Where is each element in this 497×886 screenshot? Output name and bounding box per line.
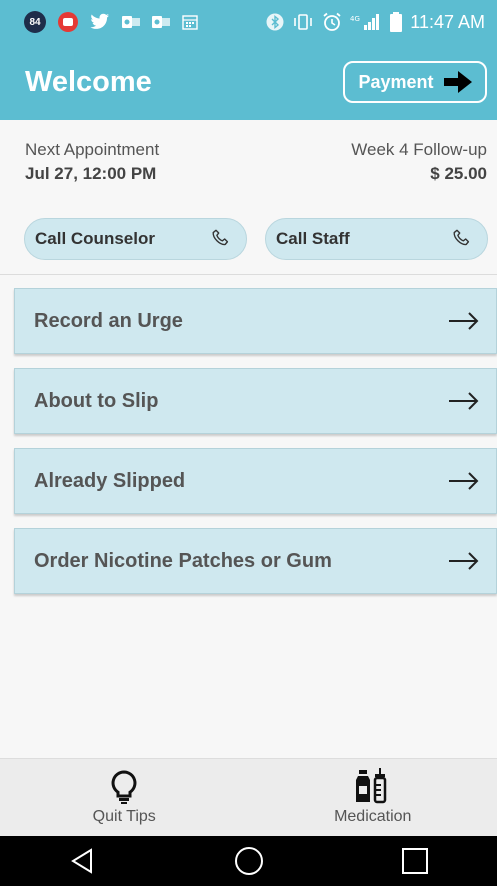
- payment-button[interactable]: Payment: [343, 61, 487, 103]
- home-icon[interactable]: [234, 846, 264, 876]
- appointment-type: Week 4 Follow-up: [351, 140, 487, 159]
- call-staff-label: Call Staff: [276, 229, 350, 248]
- notification-icons: 84: [24, 11, 198, 33]
- twitter-icon: [90, 13, 109, 29]
- recents-icon[interactable]: [401, 847, 429, 875]
- appointment-info: Next Appointment Jul 27, 12:00 PM Week 4…: [25, 140, 487, 184]
- record-urge-button[interactable]: Record an Urge: [14, 288, 497, 354]
- status-bar: 84 4G 11:47 AM: [0, 0, 497, 44]
- action-label: About to Slip: [34, 389, 159, 412]
- already-slipped-button[interactable]: Already Slipped: [14, 448, 497, 514]
- phone-icon: [212, 229, 229, 246]
- appointment-datetime: Jul 27, 12:00 PM: [25, 164, 157, 183]
- svg-text:4G: 4G: [350, 15, 360, 23]
- medication-icon: [355, 768, 386, 804]
- system-nav-bar: [0, 836, 497, 886]
- section-divider: [0, 274, 497, 275]
- action-list: Record an Urge About to Slip Already Sli…: [14, 288, 497, 594]
- call-buttons: Call Counselor Call Staff: [24, 218, 488, 260]
- action-label: Order Nicotine Patches or Gum: [34, 549, 332, 572]
- bottom-tab-bar: Quit Tips Medication: [0, 758, 497, 836]
- system-status: 4G 11:47 AM: [266, 12, 485, 33]
- lightbulb-icon: [111, 770, 137, 804]
- call-counselor-label: Call Counselor: [35, 229, 155, 248]
- page-title: Welcome: [25, 65, 152, 98]
- outlook-icon: [152, 16, 170, 28]
- action-label: Already Slipped: [34, 469, 186, 492]
- arrow-right-icon: [449, 552, 479, 570]
- call-counselor-button[interactable]: Call Counselor: [24, 218, 247, 260]
- phone-icon: [453, 229, 470, 246]
- about-to-slip-button[interactable]: About to Slip: [14, 368, 497, 434]
- arrow-right-icon: [449, 312, 479, 330]
- notification-count: 84: [29, 16, 41, 28]
- appointment-left: Next Appointment Jul 27, 12:00 PM: [25, 140, 159, 184]
- tab-label: Medication: [334, 808, 412, 825]
- signal-icon: 4G: [350, 14, 380, 30]
- order-nicotine-button[interactable]: Order Nicotine Patches or Gum: [14, 528, 497, 594]
- appointment-right: Week 4 Follow-up $ 25.00: [351, 140, 487, 184]
- arrow-right-icon: [443, 71, 472, 93]
- status-time: 11:47 AM: [410, 11, 485, 32]
- calendar-icon: [182, 15, 198, 30]
- arrow-right-icon: [449, 392, 479, 410]
- outlook-icon: [122, 16, 140, 28]
- battery-icon: [390, 12, 403, 32]
- bluetooth-icon: [266, 13, 284, 31]
- back-icon[interactable]: [69, 847, 97, 875]
- appointment-amount: $ 25.00: [430, 164, 487, 183]
- action-label: Record an Urge: [34, 309, 183, 332]
- payment-button-label: Payment: [358, 71, 434, 92]
- tab-quit-tips[interactable]: Quit Tips: [0, 759, 249, 836]
- appointment-label: Next Appointment: [25, 140, 160, 159]
- tab-label: Quit Tips: [92, 808, 156, 825]
- alarm-icon: [323, 12, 341, 31]
- youtube-icon: [58, 12, 78, 32]
- tab-medication[interactable]: Medication: [249, 759, 497, 836]
- call-staff-button[interactable]: Call Staff: [265, 218, 488, 260]
- badge-icon: 84: [24, 11, 46, 33]
- vibrate-icon: [294, 14, 313, 30]
- app-header: Welcome Payment: [0, 44, 497, 120]
- arrow-right-icon: [449, 472, 479, 490]
